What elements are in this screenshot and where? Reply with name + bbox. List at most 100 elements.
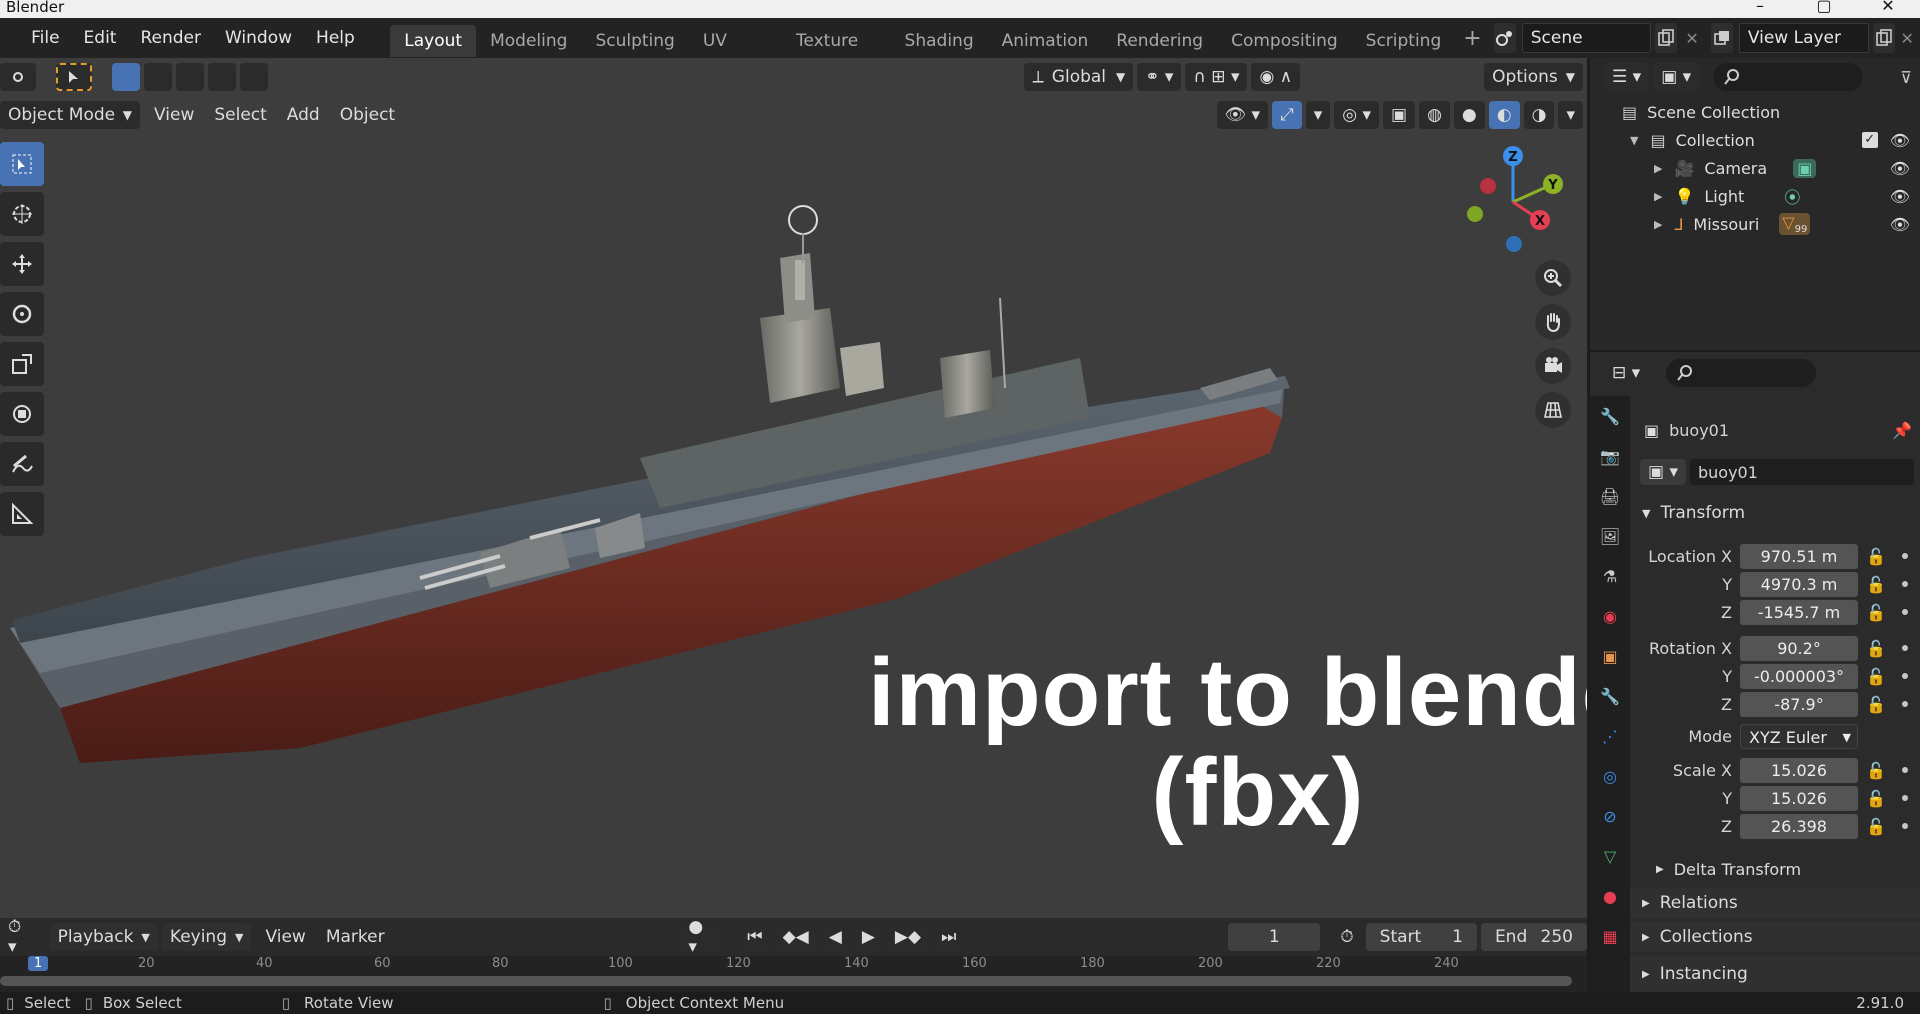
rotation-z-field[interactable]: -87.9° [1740, 691, 1858, 717]
lock-icon[interactable]: 🔓 [1866, 667, 1888, 686]
tool-tab-icon[interactable]: 🔧 [1590, 396, 1630, 436]
jump-keyframe-back-icon[interactable]: ◆◀ [774, 923, 817, 951]
pivot-point-icon[interactable]: ⚭ ▾ [1137, 63, 1182, 91]
tab-sculpting[interactable]: Sculpting [581, 25, 688, 57]
viewport-menu-view[interactable]: View [144, 105, 204, 125]
shading-rendered-icon[interactable]: ◑ [1523, 101, 1555, 129]
move-tool-icon[interactable] [0, 242, 44, 286]
gizmos-toggle-icon[interactable]: ⤢ [1272, 101, 1302, 129]
keyframe-dot[interactable] [1902, 645, 1908, 651]
render-tab-icon[interactable]: 📷 [1590, 436, 1630, 476]
overlays-icon[interactable]: ◎ ▾ [1334, 101, 1380, 129]
instancing-header[interactable]: ▶ Instancing [1630, 956, 1920, 992]
keyframe-dot[interactable] [1902, 767, 1908, 773]
close-icon[interactable]: ✕ [1856, 0, 1920, 18]
menu-edit[interactable]: Edit [72, 18, 129, 58]
constraints-tab-icon[interactable]: ⊘ [1590, 796, 1630, 836]
measure-tool-icon[interactable] [0, 492, 44, 536]
scale-x-field[interactable]: 15.026 [1740, 757, 1858, 783]
3d-viewport[interactable]: ⟂ Global ▼ ⚭ ▾ ∩ ⊞ ▾ ◉ ∧ Options ▼ Objec… [0, 58, 1587, 918]
viewport-menu-add[interactable]: Add [277, 105, 330, 125]
select-extend-icon[interactable] [144, 63, 172, 91]
properties-search-input[interactable] [1666, 359, 1817, 387]
expand-arrow-icon[interactable]: ▶ [1654, 162, 1662, 175]
select-box-tool-icon[interactable] [0, 142, 44, 186]
tab-uv-editing[interactable]: UV Editing [689, 25, 782, 83]
object-tab-icon[interactable]: ▣ [1590, 636, 1630, 676]
expand-arrow-icon[interactable]: ▶ [1654, 218, 1662, 231]
select-subtract-icon[interactable] [176, 63, 204, 91]
keyframe-dot[interactable] [1902, 795, 1908, 801]
keyframe-dot[interactable] [1902, 609, 1908, 615]
pin-icon[interactable]: 📌 [1892, 421, 1912, 440]
editor-type-icon[interactable]: ⊟ ▾ [1604, 359, 1649, 387]
output-tab-icon[interactable]: 🖨 [1590, 476, 1630, 516]
lock-icon[interactable]: 🔓 [1866, 817, 1888, 836]
shading-material-icon[interactable]: ◐ [1488, 101, 1520, 129]
eye-icon[interactable]: 👁 [1890, 131, 1910, 150]
transform-tool-icon[interactable] [0, 392, 44, 436]
timeline-scrollbar[interactable] [0, 976, 1572, 986]
menu-help[interactable]: Help [304, 18, 367, 58]
collection-row[interactable]: ▼ ▤ Collection ✓ 👁 [1590, 126, 1920, 154]
view-layer-field[interactable]: View Layer [1738, 23, 1869, 53]
select-invert-icon[interactable] [208, 63, 236, 91]
eye-icon[interactable]: 👁 [1890, 215, 1910, 234]
start-frame-field[interactable]: Start 1 [1365, 923, 1477, 951]
modifier-tab-icon[interactable]: 🔧 [1590, 676, 1630, 716]
delete-scene-icon[interactable]: ✕ [1677, 29, 1706, 48]
current-frame-field[interactable]: 1 [1228, 923, 1321, 951]
lock-icon[interactable]: 🔓 [1866, 695, 1888, 714]
texture-tab-icon[interactable]: ▦ [1590, 916, 1630, 956]
transform-panel-header[interactable]: ▼ Transform [1630, 498, 1920, 528]
camera-view-icon[interactable] [1535, 348, 1571, 384]
cursor-tool-icon[interactable] [0, 192, 44, 236]
jump-keyframe-forward-icon[interactable]: ▶◆ [886, 923, 930, 951]
physics-tab-icon[interactable]: ◎ [1590, 756, 1630, 796]
preview-range-icon[interactable]: ⏱ [1332, 923, 1361, 951]
proportional-editing-icon[interactable]: ◉ ∧ [1251, 63, 1301, 91]
end-frame-field[interactable]: End 250 [1480, 923, 1587, 951]
lock-icon[interactable]: 🔓 [1866, 761, 1888, 780]
new-view-layer-icon[interactable] [1872, 23, 1895, 53]
rotation-y-field[interactable]: -0.000003° [1740, 663, 1858, 689]
keyframe-dot[interactable] [1902, 673, 1908, 679]
eye-icon[interactable]: 👁 [1890, 159, 1910, 178]
maximize-icon[interactable]: ▢ [1792, 0, 1856, 18]
transform-orientation-dropdown[interactable]: ⟂ Global ▼ [1024, 63, 1134, 91]
tab-modeling[interactable]: Modeling [476, 25, 581, 57]
select-new-icon[interactable] [112, 63, 140, 91]
outliner-item-camera[interactable]: ▶ 🎥 Camera ▣ 👁 [1590, 154, 1920, 182]
menu-render[interactable]: Render [128, 18, 213, 58]
options-dropdown[interactable]: Options ▼ [1484, 63, 1583, 91]
auto-keying-icon[interactable]: ● ▾ [680, 917, 722, 957]
view-layer-icon[interactable] [1710, 23, 1733, 53]
expand-arrow-icon[interactable]: ▼ [1630, 134, 1638, 147]
scene-name-field[interactable]: Scene [1521, 23, 1652, 53]
play-reverse-icon[interactable]: ◀ [820, 923, 850, 951]
lock-icon[interactable]: 🔓 [1866, 789, 1888, 808]
location-x-field[interactable]: 970.51 m [1740, 543, 1858, 569]
timeline-editor-type-icon[interactable]: ⏱ ▾ [0, 917, 40, 957]
shading-solid-icon[interactable]: ● [1453, 101, 1485, 129]
keyframe-dot[interactable] [1902, 823, 1908, 829]
keyframe-dot[interactable] [1902, 553, 1908, 559]
particles-tab-icon[interactable]: ⋰ [1590, 716, 1630, 756]
eye-icon[interactable]: 👁 [1890, 187, 1910, 206]
timeline-menu-view[interactable]: View [255, 927, 315, 947]
jump-start-icon[interactable]: ⏮ [739, 923, 771, 951]
tool-settings-icon[interactable] [0, 63, 36, 91]
scene-tab-icon[interactable]: ⚗ [1590, 556, 1630, 596]
view-layer-tab-icon[interactable]: 🖼 [1590, 516, 1630, 556]
shading-wireframe-icon[interactable]: ◍ [1419, 101, 1450, 129]
pan-hand-icon[interactable] [1535, 304, 1571, 340]
select-intersect-icon[interactable] [240, 63, 268, 91]
playback-menu[interactable]: Playback ▼ [49, 923, 158, 951]
filter-view-icon[interactable]: ▣ ▾ [1653, 63, 1700, 91]
world-tab-icon[interactable]: ◉ [1590, 596, 1630, 636]
add-workspace-icon[interactable]: + [1455, 26, 1489, 51]
navigation-gizmo[interactable]: Z Y X [1458, 140, 1578, 260]
menu-file[interactable]: File [19, 18, 71, 58]
rotation-mode-dropdown[interactable]: XYZ Euler ▼ [1740, 723, 1858, 749]
relations-header[interactable]: ▶ Relations [1630, 888, 1920, 918]
